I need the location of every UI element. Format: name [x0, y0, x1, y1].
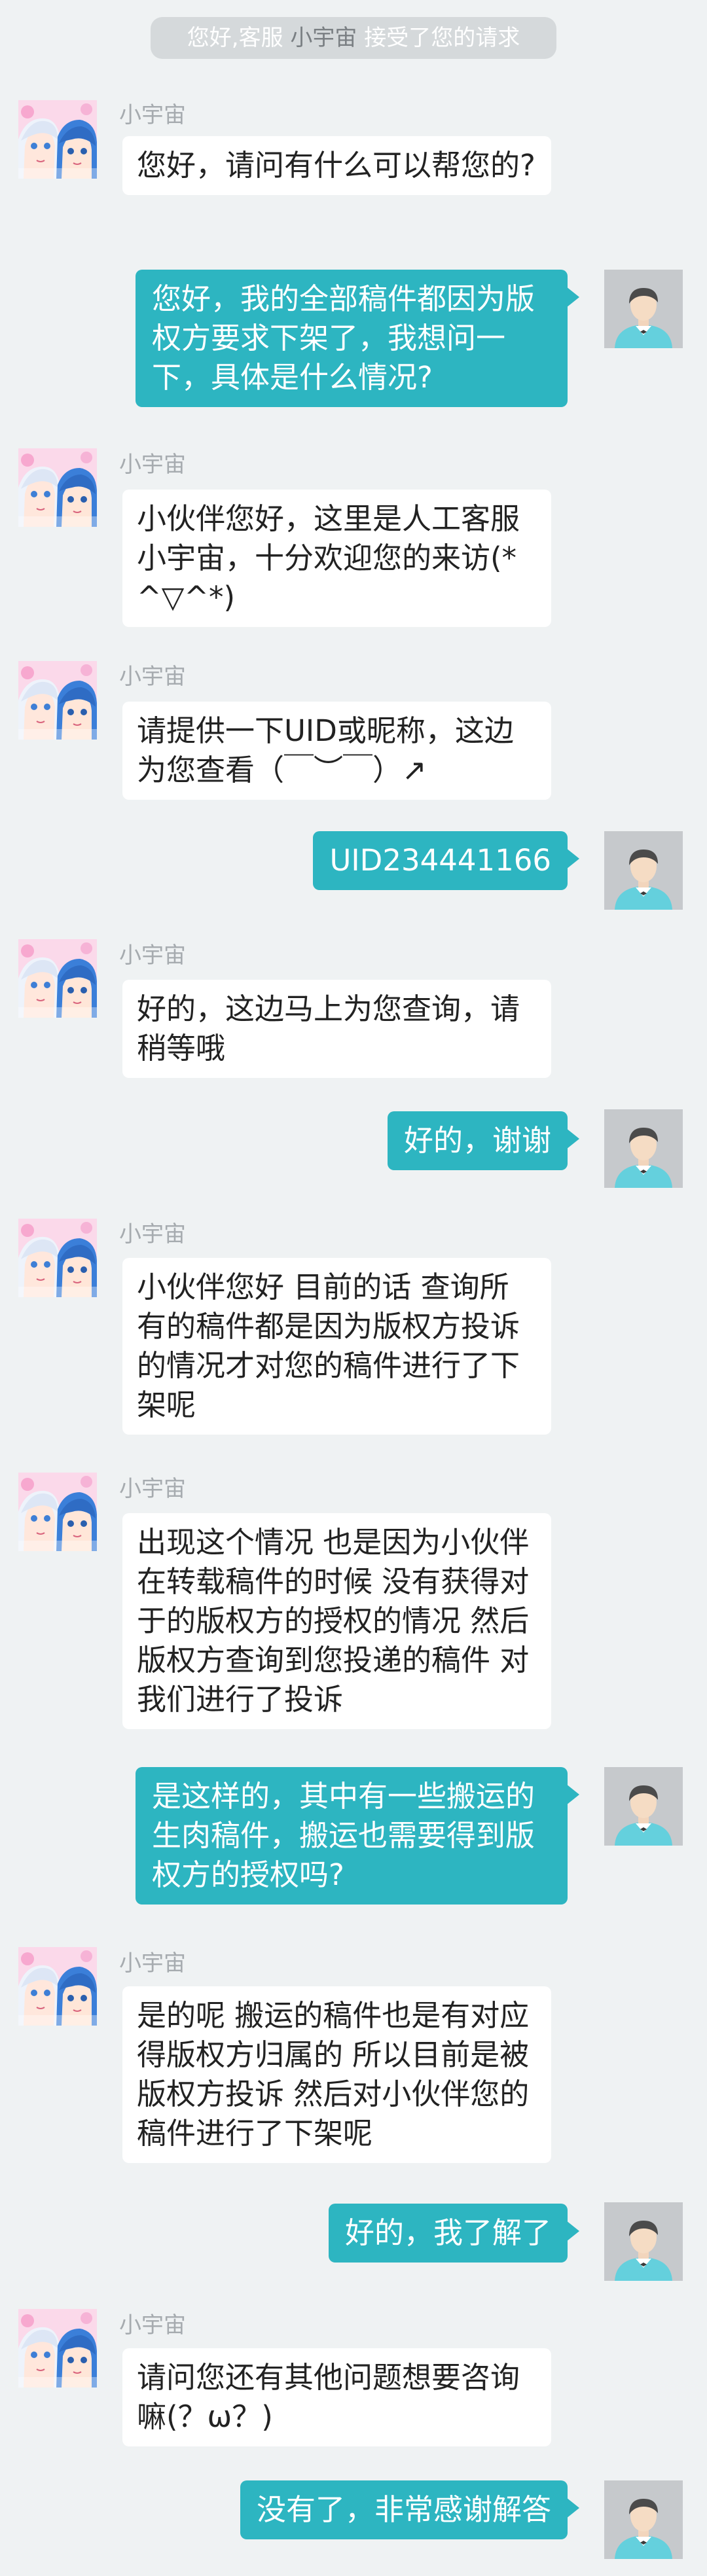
sender-name: 小宇宙	[119, 1950, 186, 1977]
agent-avatar[interactable]	[18, 2309, 97, 2388]
user-avatar[interactable]	[604, 2202, 683, 2281]
sender-name: 小宇宙	[119, 942, 186, 969]
message-bubble-agent: 出现这个情况 也是因为小伙伴在转载稿件的时候 没有获得对于的版权方的授权的情况 …	[122, 1513, 551, 1729]
user-avatar[interactable]	[604, 831, 683, 910]
message-bubble-user: 好的，我了解了	[328, 2204, 580, 2263]
user-avatar[interactable]	[604, 2480, 683, 2559]
default-user-avatar-icon	[604, 2480, 683, 2559]
message-bubble-agent: 您好，请问有什么可以帮您的?	[122, 136, 551, 195]
anime-portrait-image	[18, 2309, 97, 2388]
anime-portrait-image	[18, 1219, 97, 1297]
sender-name: 小宇宙	[119, 102, 186, 128]
default-user-avatar-icon	[604, 2202, 683, 2281]
anime-portrait-image	[18, 100, 97, 179]
anime-portrait-image	[18, 448, 97, 527]
default-user-avatar-icon	[604, 270, 683, 348]
agent-avatar[interactable]	[18, 661, 97, 740]
anime-portrait-image	[18, 1473, 97, 1551]
message-bubble-agent: 请提供一下UID或昵称，这边为您查看（￣︶￣）↗	[122, 702, 551, 800]
default-user-avatar-icon	[604, 1767, 683, 1846]
message-bubble-agent: 小伙伴您好 目前的话 查询所有的稿件都是因为版权方投诉的情况才对您的稿件进行了下…	[122, 1258, 551, 1435]
message-bubble-user: UID234441166	[313, 831, 579, 890]
anime-portrait-image	[18, 1947, 97, 2026]
message-bubble-user: 您好，我的全部稿件都因为版权方要求下架了，我想问一下，具体是什么情况?	[136, 270, 579, 407]
message-bubble-agent: 小伙伴您好，这里是人工客服小宇宙，十分欢迎您的来访(*^▽^*)	[122, 490, 551, 627]
message-bubble-user: 好的，谢谢	[387, 1111, 580, 1170]
agent-avatar[interactable]	[18, 1947, 97, 2026]
anime-portrait-image	[18, 939, 97, 1018]
user-avatar[interactable]	[604, 1109, 683, 1188]
sender-name: 小宇宙	[119, 2312, 186, 2338]
message-bubble-agent: 好的，这边马上为您查询，请稍等哦	[122, 980, 551, 1078]
anime-portrait-image	[18, 661, 97, 740]
sender-name: 小宇宙	[119, 1476, 186, 1502]
agent-avatar[interactable]	[18, 1473, 97, 1551]
notice-agent-name[interactable]: 小宇宙	[290, 25, 357, 51]
sender-name: 小宇宙	[119, 1221, 186, 1247]
message-bubble-user: 没有了，非常感谢解答	[240, 2480, 580, 2539]
agent-avatar[interactable]	[18, 100, 97, 179]
message-bubble-agent: 请问您还有其他问题想要咨询嘛(？ω？)	[122, 2348, 551, 2446]
sender-name: 小宇宙	[119, 452, 186, 478]
notice-prefix: 您好,客服	[187, 25, 283, 51]
agent-avatar[interactable]	[18, 939, 97, 1018]
message-bubble-user: 是这样的，其中有一些搬运的生肉稿件，搬运也需要得到版权方的授权吗?	[136, 1767, 579, 1905]
agent-avatar[interactable]	[18, 448, 97, 527]
default-user-avatar-icon	[604, 831, 683, 910]
message-bubble-agent: 是的呢 搬运的稿件也是有对应得版权方归属的 所以目前是被版权方投诉 然后对小伙伴…	[122, 1986, 551, 2163]
agent-avatar[interactable]	[18, 1219, 97, 1297]
user-avatar[interactable]	[604, 270, 683, 348]
user-avatar[interactable]	[604, 1767, 683, 1846]
default-user-avatar-icon	[604, 1109, 683, 1188]
system-notice: 您好,客服 小宇宙 接受了您的请求	[151, 17, 556, 59]
sender-name: 小宇宙	[119, 664, 186, 690]
notice-suffix: 接受了您的请求	[364, 25, 520, 51]
